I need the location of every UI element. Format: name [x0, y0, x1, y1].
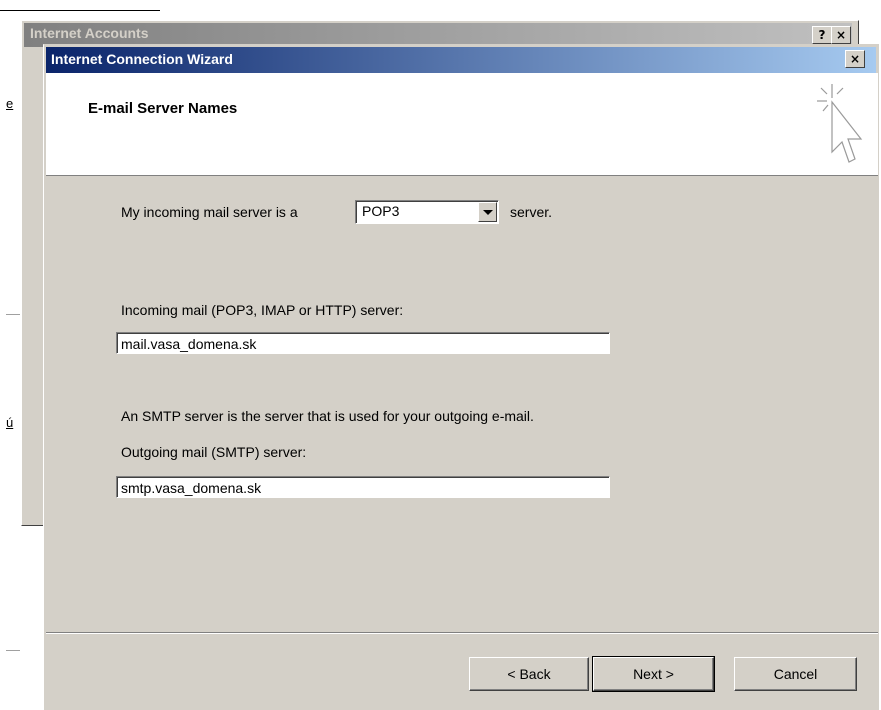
smtp-info-text: An SMTP server is the server that is use… [121, 408, 534, 424]
cursor-sparkle-icon [815, 84, 865, 174]
next-button[interactable]: Next > [592, 656, 715, 692]
outgoing-server-label: Outgoing mail (SMTP) server: [121, 444, 307, 460]
cancel-button[interactable]: Cancel [734, 657, 857, 691]
chevron-down-icon[interactable] [478, 202, 497, 222]
side-letter-e[interactable]: e [6, 96, 13, 111]
side-divider [6, 650, 20, 651]
wizard-header [46, 73, 878, 176]
bg-close-button[interactable]: × [831, 26, 851, 44]
side-divider [6, 314, 20, 315]
wizard-close-button[interactable]: × [845, 50, 865, 68]
side-letter-u[interactable]: ú [6, 415, 13, 430]
incoming-type-suffix: server. [510, 204, 553, 220]
incoming-server-input[interactable]: mail.vasa_domena.sk [116, 332, 610, 354]
page-title: E-mail Server Names [88, 100, 238, 117]
footer-divider-highlight [46, 633, 878, 634]
incoming-type-prefix: My incoming mail server is a [121, 204, 298, 220]
wizard-title: Internet Connection Wizard [51, 51, 233, 67]
internet-accounts-title: Internet Accounts [30, 25, 149, 41]
back-button[interactable]: < Back [469, 657, 589, 691]
help-button[interactable]: ? [812, 26, 832, 44]
outgoing-server-input[interactable]: smtp.vasa_domena.sk [116, 476, 610, 498]
incoming-server-type-value: POP3 [362, 203, 400, 219]
incoming-server-label: Incoming mail (POP3, IMAP or HTTP) serve… [121, 302, 404, 318]
top-rule [0, 10, 160, 11]
